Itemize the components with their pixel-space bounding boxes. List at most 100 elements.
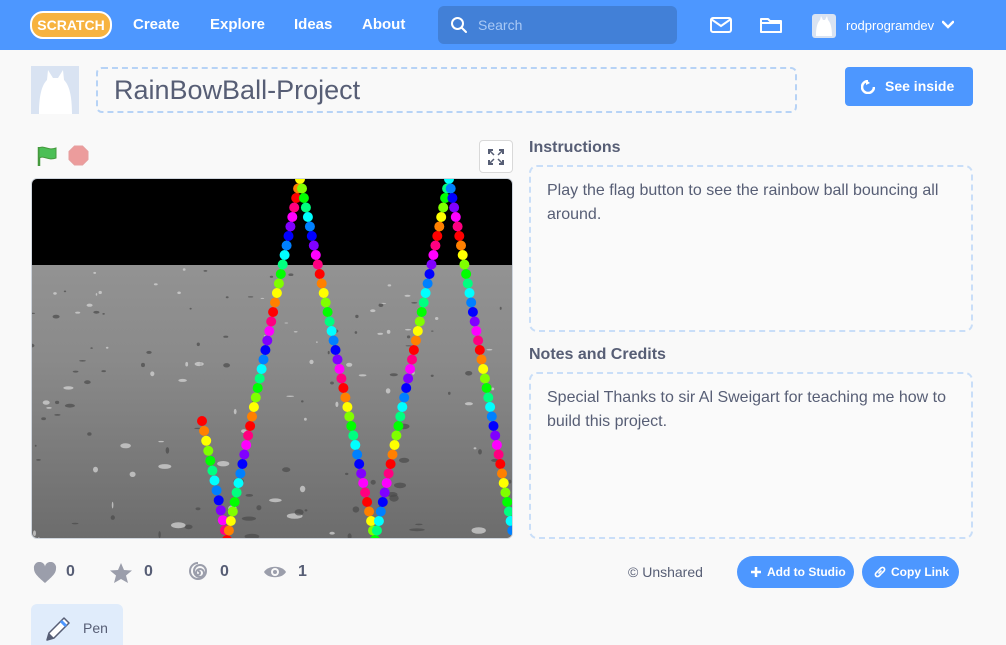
rock	[385, 388, 391, 394]
rock	[378, 303, 384, 307]
rock	[244, 533, 260, 538]
instructions-text[interactable]: Play the flag button to see the rainbow …	[529, 165, 973, 332]
rock	[330, 381, 334, 385]
stop-icon[interactable]	[68, 145, 89, 166]
favorite-star-icon[interactable]	[109, 562, 133, 584]
search-placeholder: Search	[478, 17, 523, 33]
rock	[431, 330, 434, 332]
ball-dot	[332, 354, 343, 365]
ball-dot	[467, 307, 478, 317]
views-eye-icon	[264, 566, 286, 578]
rock	[245, 494, 254, 497]
scratch-logo[interactable]: SCRATCH	[30, 10, 112, 40]
add-to-studio-button[interactable]: Add to Studio	[737, 556, 854, 588]
ball-dot	[486, 411, 497, 422]
ball-dot	[205, 455, 216, 466]
ball-dot	[434, 221, 445, 232]
rock	[282, 467, 291, 473]
ball-dot	[445, 183, 456, 194]
ball-dot	[211, 485, 222, 496]
project-author-avatar[interactable]	[31, 66, 79, 114]
ball-dot	[483, 392, 494, 403]
rock	[269, 498, 282, 503]
ball-dot	[229, 497, 240, 507]
extension-chip-pen: Pen	[31, 604, 123, 645]
ball-dot	[197, 416, 207, 426]
ball-dot	[254, 373, 265, 384]
ball-dot	[438, 202, 449, 213]
project-stage[interactable]	[31, 178, 513, 539]
user-avatar[interactable]	[812, 14, 836, 38]
rock	[105, 346, 109, 349]
ball-dot	[275, 269, 286, 279]
chevron-down-icon[interactable]	[942, 20, 954, 30]
rock	[304, 509, 308, 512]
green-flag-icon[interactable]	[36, 145, 58, 167]
ball-dot	[424, 269, 435, 279]
rock	[352, 506, 360, 513]
ball-dot	[320, 297, 331, 308]
ball-dot	[316, 278, 327, 289]
nav-about[interactable]: About	[362, 0, 405, 50]
rock	[247, 296, 254, 298]
project-title-input[interactable]: RainBowBall-Project	[96, 67, 797, 113]
rock	[185, 361, 189, 367]
ball-dot	[237, 459, 248, 469]
ball-dot	[391, 430, 402, 441]
fullscreen-button[interactable]	[479, 140, 513, 173]
top-nav: SCRATCH Create Explore Ideas About Searc…	[0, 0, 1006, 50]
ball-dot	[324, 316, 335, 327]
search-input[interactable]: Search	[438, 6, 677, 44]
ball-dot	[471, 326, 482, 336]
ball-dot	[459, 259, 470, 270]
ball-dot	[462, 278, 473, 289]
ball-dot	[297, 183, 307, 194]
ball-dot	[270, 297, 280, 308]
love-icon[interactable]	[33, 562, 57, 584]
nav-ideas[interactable]: Ideas	[294, 0, 332, 50]
rock	[54, 414, 61, 416]
notes-text[interactable]: Special Thanks to sir Al Sweigart for te…	[529, 372, 973, 539]
logo-text: SCRATCH	[37, 17, 104, 33]
username[interactable]: rodprogramdev	[846, 0, 934, 52]
rock	[299, 485, 306, 493]
rock	[354, 331, 358, 334]
ball-dot	[213, 495, 224, 506]
ball-dot	[457, 250, 468, 260]
rock	[309, 359, 314, 365]
ball-dot	[488, 421, 499, 431]
ball-dot	[432, 231, 443, 241]
ball-dot	[481, 383, 492, 393]
rock	[184, 524, 193, 530]
rock	[233, 408, 237, 415]
see-inside-button[interactable]: See inside	[845, 67, 973, 106]
ball-dot	[350, 440, 361, 450]
rock	[177, 291, 181, 295]
rock	[86, 303, 93, 307]
ball-dot	[231, 487, 242, 498]
my-stuff-icon[interactable]	[759, 13, 783, 37]
copy-link-button[interactable]: Copy Link	[862, 556, 959, 588]
rock	[346, 362, 353, 367]
ball-dot	[403, 373, 414, 384]
rock	[370, 309, 376, 313]
rock	[63, 386, 74, 390]
ball-dot	[393, 421, 404, 431]
messages-icon[interactable]	[709, 13, 733, 37]
ball-dot	[478, 364, 489, 374]
ball-dot	[225, 516, 236, 526]
ball-dot	[456, 240, 466, 251]
rock	[435, 317, 439, 320]
ball-dot	[371, 525, 382, 536]
nav-create[interactable]: Create	[133, 0, 180, 50]
remix-count: 0	[220, 563, 229, 580]
rock	[101, 370, 106, 373]
rock	[389, 373, 398, 377]
ball-dot	[377, 497, 388, 507]
rock	[415, 523, 423, 526]
ball-dot	[464, 288, 475, 298]
rock	[110, 515, 115, 520]
nav-explore[interactable]: Explore	[210, 0, 265, 50]
ball-dot	[314, 269, 325, 279]
rock	[34, 444, 37, 447]
